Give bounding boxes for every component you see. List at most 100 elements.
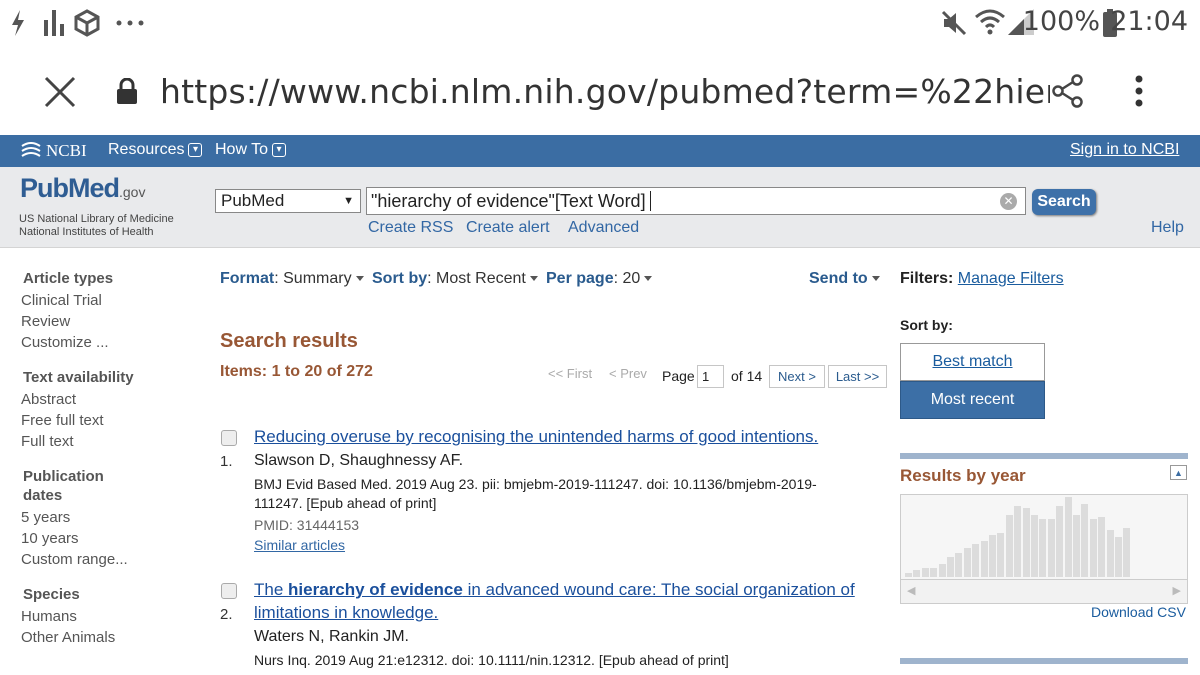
scroll-right-icon[interactable]: ▶ (1173, 584, 1181, 597)
sign-in-link[interactable]: Sign in to NCBI (1070, 141, 1179, 159)
format-menu[interactable]: Format: Summary (220, 270, 364, 288)
filters-row: Filters: Manage Filters (900, 270, 1064, 288)
similar-articles-link[interactable]: Similar articles (254, 537, 345, 553)
how-to-menu[interactable]: How To ▾ (215, 141, 287, 159)
result-checkbox[interactable] (221, 430, 237, 446)
filter-5-years[interactable]: 5 years (21, 509, 70, 526)
ncbi-logo-text[interactable]: NCBI (46, 141, 87, 161)
sort-by-label: Sort by: (900, 317, 953, 333)
browser-url-bar: https://www.ncbi.nlm.nih.gov/pubmed?term… (0, 46, 1200, 135)
histogram-bar[interactable] (1073, 515, 1080, 577)
result-checkbox[interactable] (221, 583, 237, 599)
histogram-bar[interactable] (947, 557, 954, 577)
advanced-link[interactable]: Advanced (568, 219, 639, 237)
pager-next[interactable]: Next > (769, 365, 825, 388)
filter-clinical-trial[interactable]: Clinical Trial (21, 292, 102, 309)
histogram-bar[interactable] (1081, 504, 1089, 577)
histogram-bar[interactable] (963, 548, 971, 577)
results-by-year-heading: Results by year (900, 466, 1026, 485)
most-recent-button[interactable]: Most recent (900, 381, 1045, 419)
histogram-bar[interactable] (1089, 519, 1097, 577)
histogram-bar[interactable] (1031, 515, 1038, 577)
histogram-scrollbar[interactable] (901, 579, 1187, 603)
histogram-bar[interactable] (989, 535, 996, 577)
per-page-menu[interactable]: Per page: 20 (546, 270, 653, 288)
result-title[interactable]: The hierarchy of evidence in advanced wo… (254, 580, 855, 600)
filter-review[interactable]: Review (21, 313, 70, 330)
filter-custom-range[interactable]: Custom range... (21, 551, 128, 568)
close-icon[interactable] (44, 76, 76, 108)
url-text[interactable]: https://www.ncbi.nlm.nih.gov/pubmed?term… (160, 72, 1050, 111)
share-icon[interactable] (1052, 74, 1084, 108)
filter-other-animals[interactable]: Other Animals (21, 629, 115, 646)
results-by-year-histogram[interactable]: ◀ ▶ (900, 494, 1188, 604)
histogram-bar[interactable] (913, 570, 921, 577)
scroll-left-icon[interactable]: ◀ (907, 584, 915, 597)
create-rss-link[interactable]: Create RSS (368, 219, 453, 237)
search-header: PubMed.gov US National Library of Medici… (0, 167, 1200, 248)
histogram-bar[interactable] (1098, 517, 1106, 577)
histogram-bar[interactable] (930, 568, 938, 577)
ncbi-logo-icon (21, 142, 41, 157)
histogram-bar[interactable] (1047, 519, 1055, 577)
overflow-menu-icon[interactable] (1135, 75, 1143, 107)
search-button[interactable]: Search (1032, 189, 1096, 215)
result-authors: Waters N, Rankin JM. (254, 628, 409, 645)
filter-customize[interactable]: Customize ... (21, 334, 109, 351)
filter-abstract[interactable]: Abstract (21, 391, 76, 408)
histogram-bar[interactable] (1014, 506, 1022, 577)
histogram-bar[interactable] (1064, 497, 1072, 577)
result-title[interactable]: Reducing overuse by recognising the unin… (254, 427, 818, 447)
histogram-bar[interactable] (1056, 506, 1064, 577)
text-cursor (649, 191, 656, 211)
histogram-bar[interactable] (980, 541, 988, 577)
logo-med: Med (68, 173, 120, 203)
filter-heading-species: Species (23, 586, 80, 603)
download-csv-link[interactable]: Download CSV (1091, 604, 1186, 620)
database-select[interactable]: PubMed ▼ (215, 189, 361, 213)
histogram-bar[interactable] (921, 568, 929, 577)
result-citation-line1: Nurs Inq. 2019 Aug 21:e12312. doi: 10.11… (254, 652, 729, 668)
result-citation-line1: BMJ Evid Based Med. 2019 Aug 23. pii: bm… (254, 476, 817, 492)
next-section-divider (900, 658, 1188, 664)
clear-icon[interactable]: ✕ (1000, 193, 1017, 210)
resources-menu[interactable]: Resources ▾ (108, 141, 203, 159)
page-number-input[interactable]: 1 (697, 365, 724, 388)
filter-full-text[interactable]: Full text (21, 433, 74, 450)
filter-heading-article-types: Article types (23, 270, 114, 287)
result-title-line2[interactable]: limitations in knowledge. (254, 603, 438, 623)
title-post: in advanced wound care: The social organ… (462, 580, 855, 599)
search-input[interactable]: "hierarchy of evidence"[Text Word] ✕ (366, 187, 1026, 215)
histogram-bar[interactable] (955, 553, 963, 577)
filter-free-full-text[interactable]: Free full text (21, 412, 104, 429)
histogram-bar[interactable] (1106, 530, 1114, 577)
per-page-label: Per page (546, 270, 614, 287)
histogram-bar[interactable] (905, 573, 912, 577)
create-alert-link[interactable]: Create alert (466, 219, 550, 237)
histogram-bar[interactable] (1039, 519, 1047, 577)
pubmed-logo[interactable]: PubMed.gov (20, 173, 145, 204)
logo-pub: Pub (20, 173, 69, 203)
pager-last[interactable]: Last >> (828, 365, 887, 388)
caret-down-icon (644, 276, 653, 282)
best-match-button[interactable]: Best match (900, 343, 1045, 381)
histogram-bar[interactable] (1115, 537, 1122, 577)
filter-10-years[interactable]: 10 years (21, 530, 79, 547)
histogram-bar[interactable] (1022, 508, 1030, 577)
histogram-bar[interactable] (1123, 528, 1131, 577)
sort-value: Most Recent (436, 270, 526, 287)
help-link[interactable]: Help (1151, 219, 1184, 237)
histogram-bar[interactable] (1005, 515, 1013, 577)
histogram-bar[interactable] (997, 533, 1005, 577)
result-number: 2. (220, 606, 233, 623)
histogram-bar[interactable] (938, 564, 946, 577)
collapse-icon[interactable]: ▲ (1170, 465, 1187, 480)
search-query: "hierarchy of evidence"[Text Word] (371, 191, 646, 211)
filter-humans[interactable]: Humans (21, 608, 77, 625)
sort-menu[interactable]: Sort by: Most Recent (372, 270, 538, 288)
send-to-menu[interactable]: Send to (809, 270, 880, 288)
histogram-bar[interactable] (972, 544, 980, 577)
manage-filters-link[interactable]: Manage Filters (958, 270, 1064, 287)
chevron-down-icon: ▾ (272, 142, 287, 157)
sort-label: Sort by (372, 270, 428, 287)
